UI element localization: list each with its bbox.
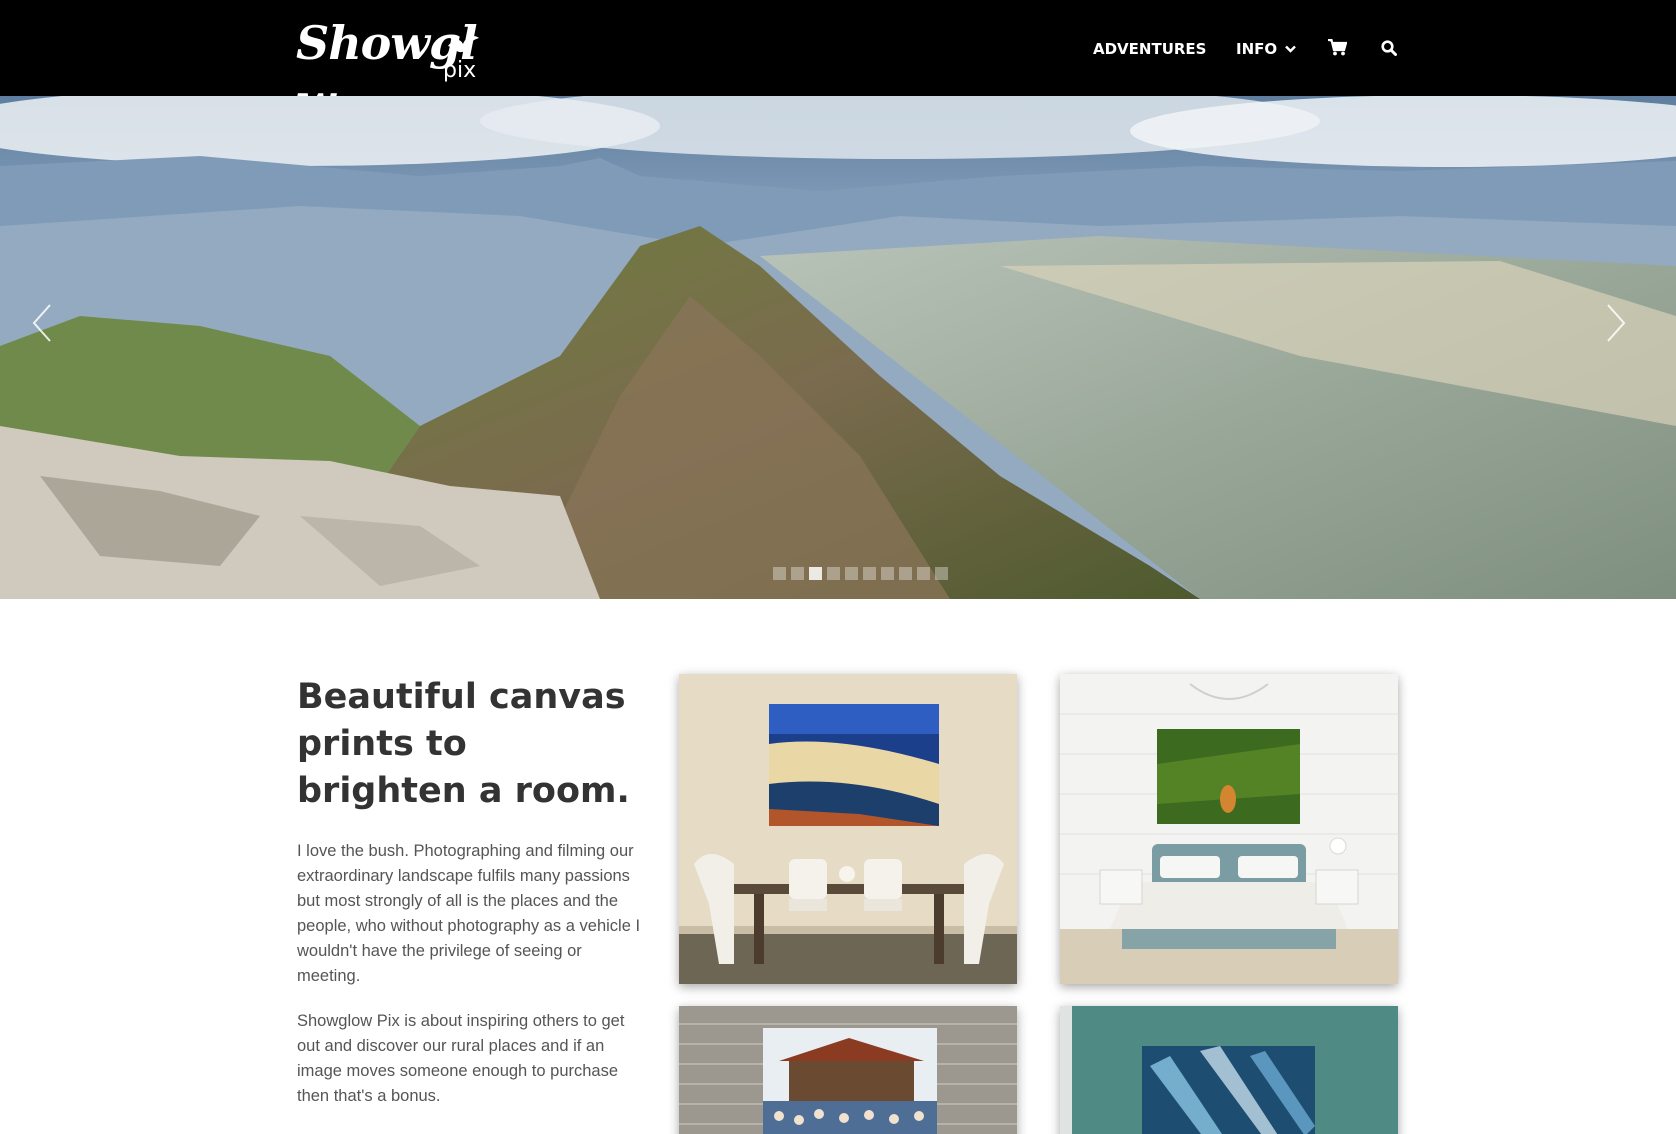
bedroom-canvas-image [1060,674,1398,984]
slider-dot[interactable] [791,567,804,580]
gallery-tile-brick-wall[interactable] [679,1006,1017,1134]
hero-slider [0,96,1676,599]
slider-dot[interactable] [863,567,876,580]
hero-image [0,96,1676,599]
nav-info-label: INFO [1236,40,1278,58]
logo-subtitle: pix [443,58,477,83]
gallery-tile-dining-room[interactable] [679,674,1017,984]
slider-dot-active[interactable] [809,567,822,580]
bird-icon [448,36,479,53]
slider-dot[interactable] [935,567,948,580]
logo[interactable]: Showgl w pix [296,14,526,128]
brick-wall-canvas-image [679,1006,1017,1134]
cart-icon[interactable] [1328,39,1347,56]
slider-prev-arrow-icon[interactable] [30,303,54,343]
page-headline: Beautiful canvas prints to brighten a ro… [297,677,630,811]
search-icon[interactable] [1381,40,1397,56]
nav-info[interactable]: INFO [1236,38,1296,60]
teal-wall-canvas-image [1060,1006,1398,1134]
site-header: Showgl w pix ADVENTURES INFO [0,0,1676,128]
nav-adventures-label: ADVENTURES [1093,40,1207,58]
slider-dot[interactable] [917,567,930,580]
slider-pagination [773,567,948,580]
chevron-down-icon [1285,45,1296,53]
intro-paragraph-2: Showglow Pix is about inspiring others t… [297,1012,625,1105]
gallery-tile-teal-wall[interactable] [1060,1006,1398,1134]
slider-dot[interactable] [845,567,858,580]
dining-room-canvas-image [679,674,1017,984]
slider-dot[interactable] [773,567,786,580]
slider-dot[interactable] [827,567,840,580]
gallery-tile-bedroom[interactable] [1060,674,1398,984]
slider-dot[interactable] [881,567,894,580]
nav-adventures[interactable]: ADVENTURES [1093,38,1206,60]
slider-next-arrow-icon[interactable] [1604,303,1628,343]
slider-dot[interactable] [899,567,912,580]
intro-paragraph-1: I love the bush. Photographing and filmi… [297,842,641,985]
